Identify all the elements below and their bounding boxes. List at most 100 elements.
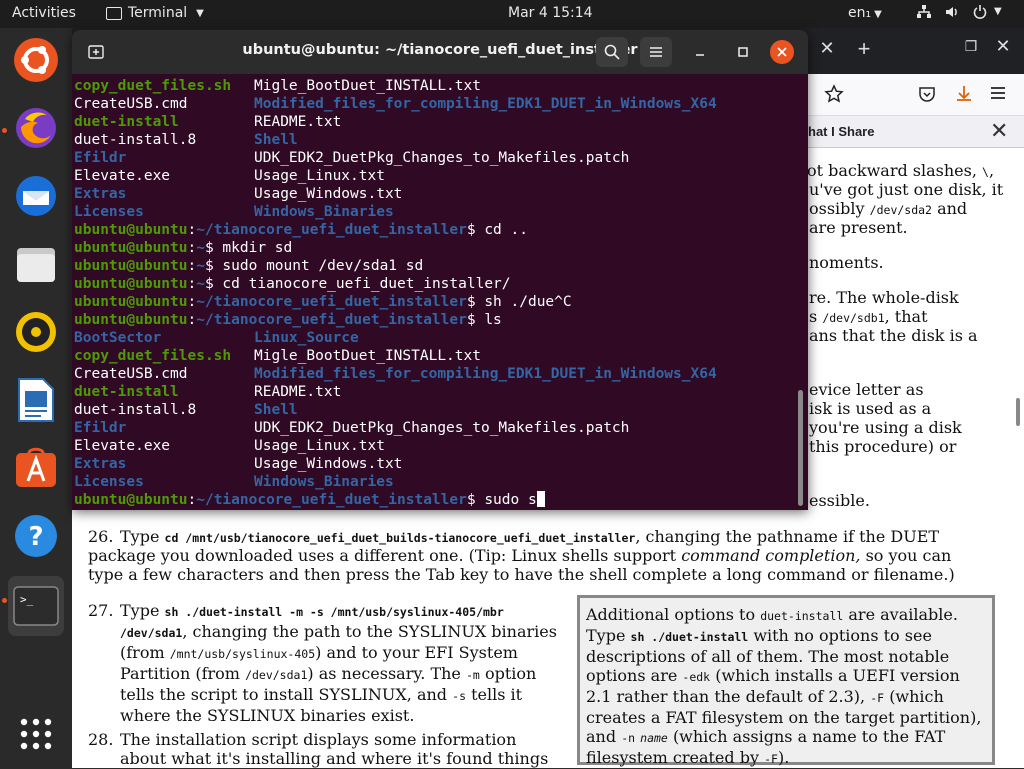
ls-row: copy_duet_files.sh Migle_BootDuet_INSTALL… xyxy=(74,347,796,365)
pocket-icon[interactable] xyxy=(918,85,936,108)
close-window-icon[interactable]: ✕ xyxy=(988,36,1018,57)
chevron-down-icon: ▼ xyxy=(874,9,882,20)
prompt-path: ~/tianocore_uefi_duet_installer xyxy=(196,492,467,508)
svg-text:>_: >_ xyxy=(20,593,34,606)
terminal-headerbar[interactable]: ubuntu@ubuntu: ~/tianocore_uefi_duet_ins… xyxy=(72,30,808,74)
show-applications-icon[interactable] xyxy=(8,706,64,762)
command-text: $ mkdir sd xyxy=(204,240,293,256)
writer-icon[interactable] xyxy=(8,372,64,428)
terminal-window[interactable]: ubuntu@ubuntu: ~/tianocore_uefi_duet_ins… xyxy=(72,30,808,510)
doc-fragment: essible. xyxy=(809,491,870,510)
chevron-down-icon: ▼ xyxy=(994,6,1002,17)
terminal-scrollbar[interactable] xyxy=(798,390,803,506)
ls-entry: copy_duet_files.sh xyxy=(74,78,232,94)
prompt-line: ubuntu@ubuntu:~/tianocore_uefi_duet_inst… xyxy=(74,293,796,311)
power-icon xyxy=(972,4,988,24)
hamburger-menu-icon[interactable] xyxy=(640,37,672,67)
menu-icon[interactable] xyxy=(990,85,1006,106)
bookmark-star-icon[interactable] xyxy=(824,84,844,109)
ls-row: Elevate.exe Usage_Linux.txt xyxy=(74,437,796,455)
command-text: $ ls xyxy=(466,312,502,328)
prompt-separator: : xyxy=(187,312,197,328)
app-center-icon[interactable] xyxy=(8,440,64,496)
ls-entry: Extras xyxy=(74,186,127,202)
running-indicator xyxy=(2,598,7,603)
firefox-icon[interactable] xyxy=(8,100,64,156)
ls-entry: Usage_Linux.txt xyxy=(254,168,385,184)
ls-entry: UDK_EDK2_DuetPkg_Changes_to_Makefiles.pa… xyxy=(254,420,630,436)
prompt-user: ubuntu@ubuntu xyxy=(74,294,188,310)
close-icon[interactable]: ✕ xyxy=(990,118,1008,144)
ls-row: Licenses Windows_Binaries xyxy=(74,203,796,221)
doc-fragment: this procedure) or xyxy=(809,437,957,456)
terminal-output[interactable]: copy_duet_files.sh Migle_BootDuet_INSTALL… xyxy=(74,77,796,509)
ls-row: duet-install.8 Shell xyxy=(74,401,796,419)
system-tray[interactable]: ▼ xyxy=(916,4,1002,24)
search-icon[interactable] xyxy=(596,37,628,67)
ls-row: copy_duet_files.sh Migle_BootDuet_INSTALL… xyxy=(74,77,796,95)
prompt-path: ~/tianocore_uefi_duet_installer xyxy=(196,294,467,310)
ls-entry: Usage_Linux.txt xyxy=(254,438,385,454)
new-tab-icon[interactable]: + xyxy=(849,36,879,62)
downloads-icon[interactable] xyxy=(954,84,974,109)
app-menu[interactable]: Terminal ▼ xyxy=(106,5,204,21)
tab-close-icon[interactable]: ✕ xyxy=(812,38,842,59)
command-text: $ sh ./due^C xyxy=(466,294,572,310)
thunderbird-icon[interactable] xyxy=(8,168,64,224)
prompt-separator: : xyxy=(187,258,197,274)
prompt-user: ubuntu@ubuntu xyxy=(74,222,188,238)
doc-fragment: evice letter as xyxy=(809,380,924,399)
restore-icon[interactable]: ❐ xyxy=(956,38,986,55)
doc-fragment: re. The whole-disk xyxy=(809,288,959,307)
prompt-line: ubuntu@ubuntu:~/tianocore_uefi_duet_inst… xyxy=(74,491,796,509)
command-text: $ sudo mount /dev/sda1 sd xyxy=(204,258,424,274)
maximize-icon[interactable] xyxy=(727,37,759,67)
prompt-path: ~/tianocore_uefi_duet_installer xyxy=(196,222,467,238)
prompt-separator: : xyxy=(187,492,197,508)
ls-entry: Licenses xyxy=(74,474,144,490)
ls-entry: README.txt xyxy=(254,114,342,130)
prompt-user: ubuntu@ubuntu xyxy=(74,492,188,508)
command-text: $ cd .. xyxy=(466,222,528,238)
prompt-line: ubuntu@ubuntu:~/tianocore_uefi_duet_inst… xyxy=(74,311,796,329)
ubuntu-software-icon[interactable] xyxy=(8,32,64,88)
activities-button[interactable]: Activities xyxy=(12,5,76,21)
terminal-icon xyxy=(106,6,122,20)
prompt-user: ubuntu@ubuntu xyxy=(74,258,188,274)
ls-entry: Windows_Binaries xyxy=(254,204,394,220)
ls-row: Extras Usage_Windows.txt xyxy=(74,455,796,473)
language-indicator[interactable]: en₁ ▼ xyxy=(848,5,882,21)
prompt-user: ubuntu@ubuntu xyxy=(74,240,188,256)
ls-entry: Modified_files_for_compiling_EDK1_DUET_i… xyxy=(254,366,717,382)
ls-entry: Migle_BootDuet_INSTALL.txt xyxy=(254,348,481,364)
terminal-dock-icon[interactable]: >_ xyxy=(8,576,64,636)
page-scrollbar[interactable] xyxy=(1016,398,1020,426)
prompt-line: ubuntu@ubuntu:~$ cd tianocore_uefi_duet_… xyxy=(74,275,796,293)
ls-entry: Usage_Windows.txt xyxy=(254,456,403,472)
help-icon[interactable]: ? xyxy=(8,508,64,564)
ls-entry: CreateUSB.cmd xyxy=(74,96,188,112)
close-icon[interactable] xyxy=(770,40,794,64)
clock[interactable]: Mar 4 15:14 xyxy=(508,5,593,21)
language-label: en₁ xyxy=(848,5,872,21)
files-icon[interactable] xyxy=(8,236,64,292)
ls-row: CreateUSB.cmd Modified_files_for_compilin… xyxy=(74,365,796,383)
ls-entry: Modified_files_for_compiling_EDK1_DUET_i… xyxy=(254,96,717,112)
text-cursor xyxy=(536,491,545,507)
doc-fragment: you're using a disk xyxy=(809,418,962,437)
volume-icon xyxy=(944,4,960,24)
sidebar-title: hat I Share xyxy=(808,124,875,139)
ls-entry: CreateUSB.cmd xyxy=(74,366,188,382)
minimize-icon[interactable] xyxy=(684,37,716,67)
doc-fragment: s /dev/sdb1, that xyxy=(809,307,928,326)
prompt-user: ubuntu@ubuntu xyxy=(74,276,188,292)
ls-entry: duet-install xyxy=(74,384,179,400)
ls-entry: Licenses xyxy=(74,204,144,220)
ls-entry: Shell xyxy=(254,402,298,418)
ls-entry: Usage_Windows.txt xyxy=(254,186,403,202)
chevron-down-icon: ▼ xyxy=(196,7,204,19)
ls-entry: Efildr xyxy=(74,150,127,166)
rhythmbox-icon[interactable] xyxy=(8,304,64,360)
ls-entry: Windows_Binaries xyxy=(254,474,394,490)
prompt-separator: : xyxy=(187,294,197,310)
